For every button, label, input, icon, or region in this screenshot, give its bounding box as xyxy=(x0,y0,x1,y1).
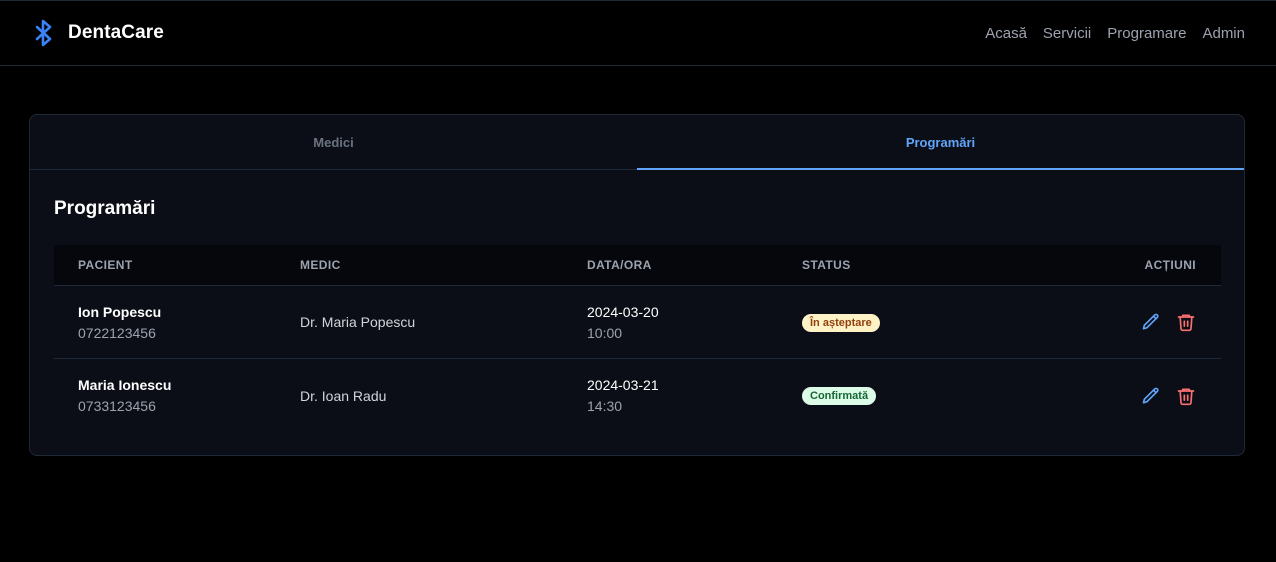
appointment-time: 14:30 xyxy=(587,398,623,414)
header-actiuni-label: ACȚIUNI xyxy=(1144,258,1196,272)
appointment-date: 2024-03-20 xyxy=(587,303,659,320)
patient-name: Ion Popescu xyxy=(78,303,162,320)
nav-link-admin[interactable]: Admin xyxy=(1202,25,1245,42)
patient-name: Maria Ionescu xyxy=(78,377,172,393)
appointment-time: 10:00 xyxy=(587,324,623,341)
table-header: PACIENT MEDIC DATA/ORA STATUS ACȚIUNI xyxy=(54,245,1221,286)
section-title: Programări xyxy=(54,198,156,219)
admin-card: Medici Programări Programări PACIENT MED… xyxy=(29,114,1245,456)
edit-icon[interactable] xyxy=(1141,386,1161,406)
tab-bar: Medici Programări xyxy=(30,115,1244,170)
nav-link-acasa[interactable]: Acasă xyxy=(985,25,1027,42)
status-cell: În așteptare xyxy=(802,313,1042,332)
trash-icon[interactable] xyxy=(1176,386,1196,406)
patient-phone: 0733123456 xyxy=(78,398,156,414)
actions-cell xyxy=(1042,312,1221,332)
status-badge: Confirmată xyxy=(802,387,877,405)
header-pacient: PACIENT xyxy=(78,258,133,272)
datetime-cell: 2024-03-20 10:00 xyxy=(587,304,802,341)
actions-cell xyxy=(1042,386,1221,406)
header-data-ora: DATA/ORA xyxy=(587,258,652,272)
table-row: Maria Ionescu 0733123456 Dr. Ioan Radu 2… xyxy=(54,359,1221,432)
bluetooth-icon xyxy=(34,18,54,48)
header-medic: MEDIC xyxy=(300,258,341,272)
nav-link-servicii[interactable]: Servicii xyxy=(1043,25,1091,42)
tab-programari[interactable]: Programări xyxy=(637,115,1244,170)
appointment-date: 2024-03-21 xyxy=(587,377,659,393)
table-row: Ion Popescu 0722123456 Dr. Maria Popescu… xyxy=(54,286,1221,359)
datetime-cell: 2024-03-21 14:30 xyxy=(587,377,802,414)
edit-icon[interactable] xyxy=(1141,312,1161,332)
nav-link-programare[interactable]: Programare xyxy=(1107,25,1186,42)
header-actiuni: ACȚIUNI xyxy=(1042,258,1221,272)
appointments-table: PACIENT MEDIC DATA/ORA STATUS ACȚIUNI Io… xyxy=(54,245,1221,432)
brand[interactable]: DentaCare xyxy=(34,18,164,48)
nav-links: Acasă Servicii Programare Admin xyxy=(985,25,1245,42)
header-status: STATUS xyxy=(802,258,851,272)
status-cell: Confirmată xyxy=(802,386,1042,405)
tab-medici[interactable]: Medici xyxy=(30,115,637,169)
medic-cell: Dr. Ioan Radu xyxy=(300,387,387,404)
top-navbar: DentaCare Acasă Servicii Programare Admi… xyxy=(0,0,1276,66)
patient-cell: Ion Popescu 0722123456 xyxy=(54,304,300,341)
status-badge: În așteptare xyxy=(802,313,880,332)
patient-phone: 0722123456 xyxy=(78,324,156,341)
medic-cell: Dr. Maria Popescu xyxy=(300,314,416,330)
brand-name: DentaCare xyxy=(68,22,164,43)
patient-cell: Maria Ionescu 0733123456 xyxy=(54,377,300,414)
trash-icon[interactable] xyxy=(1176,312,1196,332)
